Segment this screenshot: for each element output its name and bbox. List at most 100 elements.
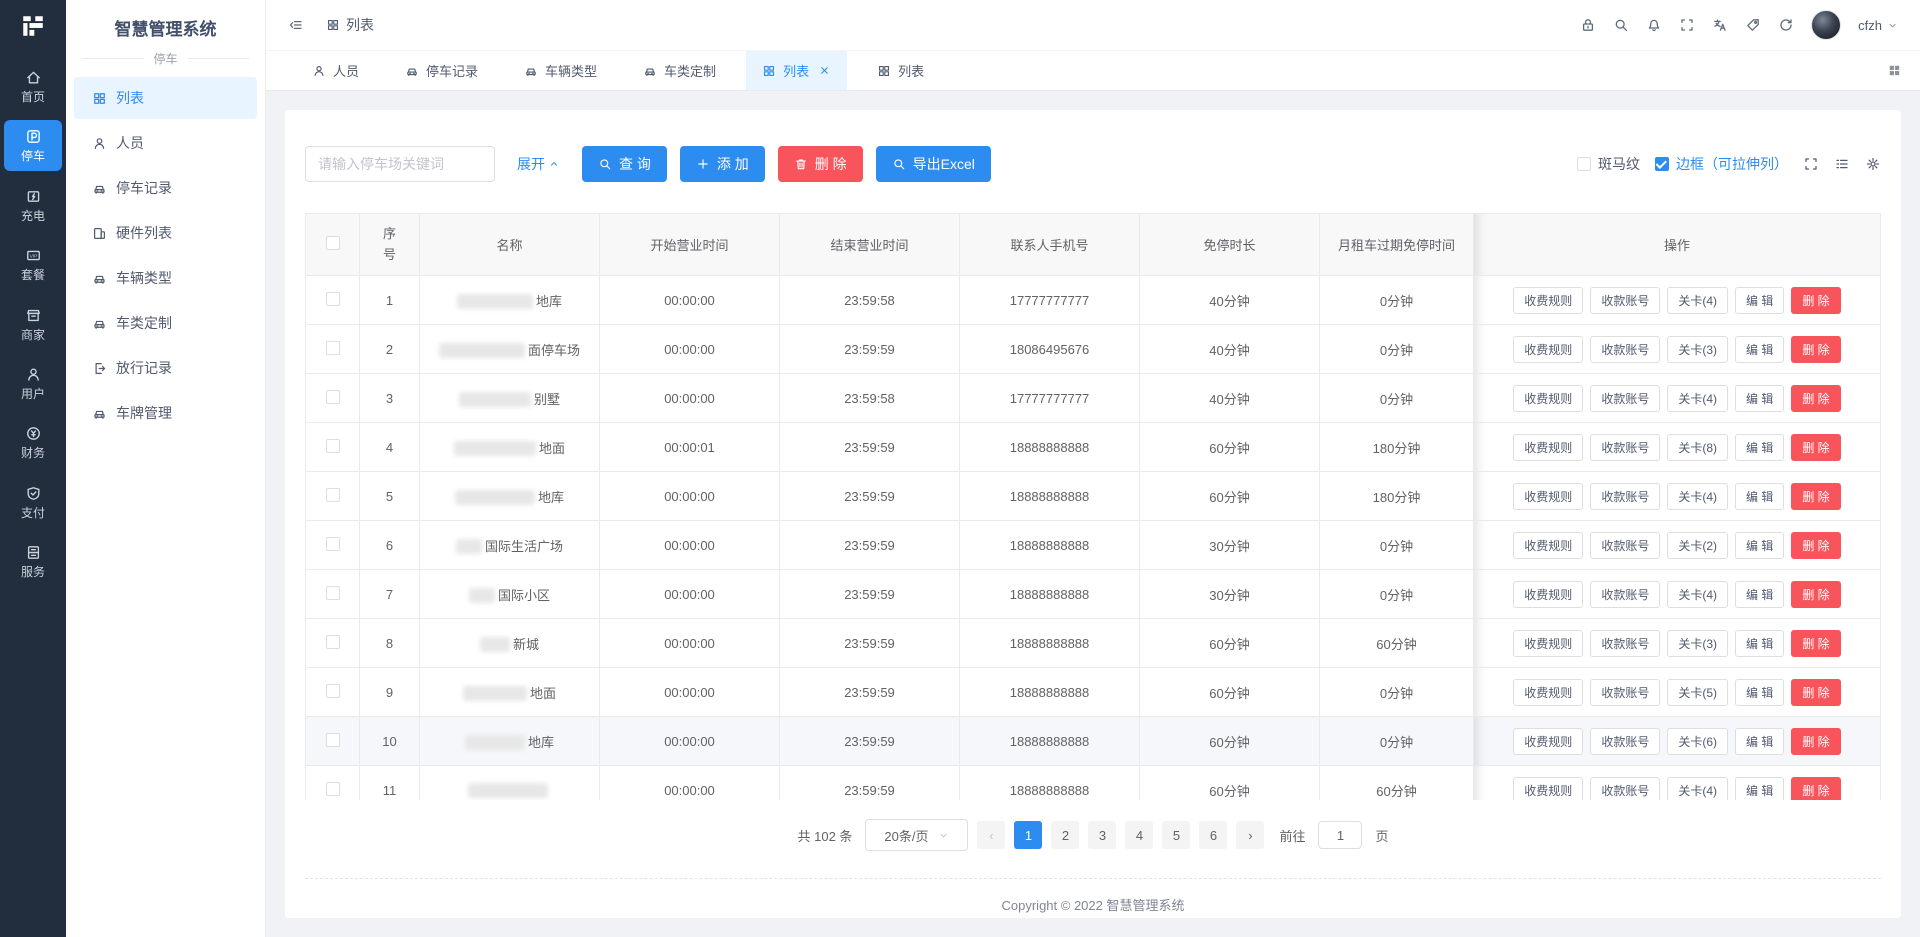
tab-parking-records[interactable]: 停车记录	[389, 51, 494, 90]
export-button[interactable]: 导出Excel	[876, 146, 991, 182]
notification-icon[interactable]	[1646, 17, 1662, 33]
sidebar-item-list[interactable]: 列表	[74, 77, 257, 119]
tab-layout-grid-icon[interactable]	[1883, 59, 1906, 82]
rail-item-services[interactable]: 服务	[4, 536, 62, 586]
avatar[interactable]	[1811, 10, 1841, 40]
edit-button[interactable]: 编 辑	[1735, 336, 1784, 363]
edit-button[interactable]: 编 辑	[1735, 434, 1784, 461]
table-fullscreen-icon[interactable]	[1803, 156, 1819, 172]
row-checkbox[interactable]	[326, 341, 340, 355]
tab-list-2[interactable]: 列表	[861, 51, 940, 90]
rail-item-payment[interactable]: 支付	[4, 477, 62, 527]
payment-account-button[interactable]: 收款账号	[1590, 385, 1660, 412]
tab-list[interactable]: 列表	[746, 51, 847, 90]
page-button-1[interactable]: 1	[1014, 821, 1042, 849]
payment-account-button[interactable]: 收款账号	[1590, 777, 1660, 801]
rail-item-home[interactable]: 首页	[4, 61, 62, 111]
gate-button[interactable]: 关卡(4)	[1667, 483, 1728, 510]
select-all-checkbox[interactable]	[326, 236, 340, 250]
zebra-checkbox[interactable]	[1577, 157, 1591, 171]
add-button[interactable]: 添 加	[680, 146, 765, 182]
next-page-button[interactable]: ›	[1236, 821, 1264, 849]
rail-item-merchants[interactable]: 商家	[4, 299, 62, 349]
tab-vehicle-types[interactable]: 车辆类型	[508, 51, 613, 90]
refresh-icon[interactable]	[1778, 17, 1794, 33]
page-size-select[interactable]: 20条/页	[865, 819, 968, 851]
collapse-sidebar-icon[interactable]	[288, 17, 304, 33]
row-checkbox[interactable]	[326, 537, 340, 551]
page-button-3[interactable]: 3	[1088, 821, 1116, 849]
edit-button[interactable]: 编 辑	[1735, 630, 1784, 657]
sidebar-item-personnel[interactable]: 人员	[74, 122, 257, 164]
payment-account-button[interactable]: 收款账号	[1590, 287, 1660, 314]
fee-rules-button[interactable]: 收费规则	[1513, 679, 1583, 706]
user-menu[interactable]: cfzh	[1858, 18, 1898, 33]
edit-button[interactable]: 编 辑	[1735, 581, 1784, 608]
app-logo[interactable]	[0, 0, 66, 52]
delete-button[interactable]: 删 除	[1791, 728, 1840, 755]
gate-button[interactable]: 关卡(3)	[1667, 336, 1728, 363]
fee-rules-button[interactable]: 收费规则	[1513, 385, 1583, 412]
payment-account-button[interactable]: 收款账号	[1590, 581, 1660, 608]
language-icon[interactable]	[1712, 17, 1728, 33]
gate-button[interactable]: 关卡(2)	[1667, 532, 1728, 559]
rail-item-parking[interactable]: 停车	[4, 120, 62, 170]
delete-button[interactable]: 删 除	[1791, 777, 1840, 801]
gear-icon[interactable]	[1865, 156, 1881, 172]
fee-rules-button[interactable]: 收费规则	[1513, 287, 1583, 314]
gate-button[interactable]: 关卡(3)	[1667, 630, 1728, 657]
border-toggle[interactable]: 边框（可拉伸列）	[1655, 154, 1788, 174]
prev-page-button[interactable]: ‹	[977, 821, 1005, 849]
lock-icon[interactable]	[1580, 17, 1596, 33]
sidebar-item-vehicle-custom[interactable]: 车类定制	[74, 302, 257, 344]
rail-item-charge[interactable]: 充电	[4, 180, 62, 230]
gate-button[interactable]: 关卡(6)	[1667, 728, 1728, 755]
edit-button[interactable]: 编 辑	[1735, 385, 1784, 412]
search-input[interactable]	[305, 146, 495, 182]
expand-filters-link[interactable]: 展开	[517, 154, 560, 174]
tab-personnel[interactable]: 人员	[296, 51, 375, 90]
rail-item-users[interactable]: 用户	[4, 358, 62, 408]
payment-account-button[interactable]: 收款账号	[1590, 483, 1660, 510]
delete-button[interactable]: 删 除	[1791, 532, 1840, 559]
row-checkbox[interactable]	[326, 733, 340, 747]
gate-button[interactable]: 关卡(4)	[1667, 777, 1728, 801]
page-button-5[interactable]: 5	[1162, 821, 1190, 849]
query-button[interactable]: 查 询	[582, 146, 667, 182]
delete-button[interactable]: 删 除	[1791, 434, 1840, 461]
delete-button[interactable]: 删 除	[1791, 385, 1840, 412]
gate-button[interactable]: 关卡(8)	[1667, 434, 1728, 461]
sidebar-item-vehicle-types[interactable]: 车辆类型	[74, 257, 257, 299]
rail-item-packages[interactable]: VIP套餐	[4, 239, 62, 289]
row-checkbox[interactable]	[326, 782, 340, 796]
goto-page-input[interactable]	[1318, 821, 1362, 849]
delete-button[interactable]: 删 除	[1791, 630, 1840, 657]
search-icon[interactable]	[1613, 17, 1629, 33]
payment-account-button[interactable]: 收款账号	[1590, 532, 1660, 559]
payment-account-button[interactable]: 收款账号	[1590, 336, 1660, 363]
sidebar-item-parking-records[interactable]: 停车记录	[74, 167, 257, 209]
fullscreen-icon[interactable]	[1679, 17, 1695, 33]
delete-button[interactable]: 删 除	[1791, 287, 1840, 314]
edit-button[interactable]: 编 辑	[1735, 287, 1784, 314]
payment-account-button[interactable]: 收款账号	[1590, 434, 1660, 461]
sidebar-item-hardware-list[interactable]: 硬件列表	[74, 212, 257, 254]
row-checkbox[interactable]	[326, 292, 340, 306]
edit-button[interactable]: 编 辑	[1735, 777, 1784, 801]
fee-rules-button[interactable]: 收费规则	[1513, 728, 1583, 755]
page-button-6[interactable]: 6	[1199, 821, 1227, 849]
row-checkbox[interactable]	[326, 439, 340, 453]
row-checkbox[interactable]	[326, 488, 340, 502]
edit-button[interactable]: 编 辑	[1735, 728, 1784, 755]
payment-account-button[interactable]: 收款账号	[1590, 728, 1660, 755]
sidebar-item-release-records[interactable]: 放行记录	[74, 347, 257, 389]
page-button-2[interactable]: 2	[1051, 821, 1079, 849]
sidebar-item-plate-management[interactable]: 车牌管理	[74, 392, 257, 434]
gate-button[interactable]: 关卡(4)	[1667, 581, 1728, 608]
delete-button[interactable]: 删 除	[1791, 336, 1840, 363]
row-checkbox[interactable]	[326, 635, 340, 649]
close-icon[interactable]	[818, 64, 831, 77]
edit-button[interactable]: 编 辑	[1735, 532, 1784, 559]
fee-rules-button[interactable]: 收费规则	[1513, 434, 1583, 461]
edit-button[interactable]: 编 辑	[1735, 483, 1784, 510]
